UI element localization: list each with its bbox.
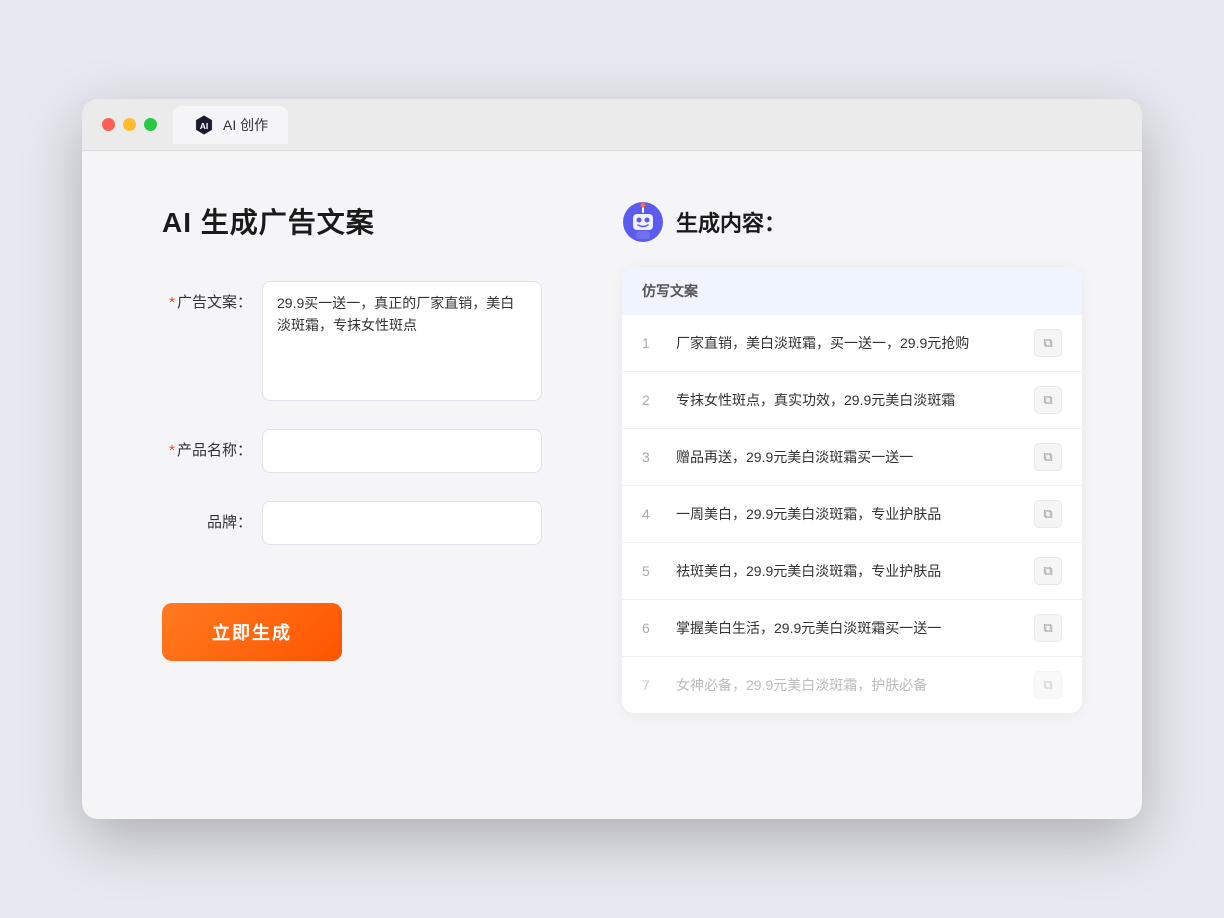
browser-window: AI AI 创作 AI 生成广告文案 *广告文案： 29.9买一送一，真正的厂家…: [82, 99, 1142, 819]
table-row: 2 专抹女性斑点，真实功效，29.9元美白淡斑霜 ⧉: [622, 372, 1082, 429]
ai-tab-icon: AI: [193, 114, 215, 136]
result-header: 生成内容：: [622, 201, 1082, 243]
ad-copy-label: *广告文案：: [162, 281, 252, 312]
required-star-2: *: [169, 442, 175, 459]
copy-button-3[interactable]: ⧉: [1034, 443, 1062, 471]
robot-icon: [622, 201, 664, 243]
close-button[interactable]: [102, 118, 115, 131]
copy-button-1[interactable]: ⧉: [1034, 329, 1062, 357]
table-row: 1 厂家直销，美白淡斑霜，买一送一，29.9元抢购 ⧉: [622, 315, 1082, 372]
brand-input[interactable]: 好白: [262, 501, 542, 545]
required-star-1: *: [169, 294, 175, 311]
product-name-group: *产品名称： 美白淡斑霜: [162, 429, 542, 473]
generate-button[interactable]: 立即生成: [162, 603, 342, 661]
copy-button-4[interactable]: ⧉: [1034, 500, 1062, 528]
copy-button-2[interactable]: ⧉: [1034, 386, 1062, 414]
copy-button-7[interactable]: ⧉: [1034, 671, 1062, 699]
title-bar: AI AI 创作: [82, 99, 1142, 151]
left-panel: AI 生成广告文案 *广告文案： 29.9买一送一，真正的厂家直销，美白淡斑霜，…: [162, 201, 542, 713]
tab-label: AI 创作: [223, 115, 268, 135]
ad-copy-group: *广告文案： 29.9买一送一，真正的厂家直销，美白淡斑霜，专抹女性斑点: [162, 281, 542, 401]
table-row: 3 赠品再送，29.9元美白淡斑霜买一送一 ⧉: [622, 429, 1082, 486]
ai-tab[interactable]: AI AI 创作: [173, 106, 288, 144]
table-row: 5 祛斑美白，29.9元美白淡斑霜，专业护肤品 ⧉: [622, 543, 1082, 600]
table-row: 7 女神必备，29.9元美白淡斑霜，护肤必备 ⧉: [622, 657, 1082, 713]
table-row: 6 掌握美白生活，29.9元美白淡斑霜买一送一 ⧉: [622, 600, 1082, 657]
right-panel: 生成内容： 仿写文案 1 厂家直销，美白淡斑霜，买一送一，29.9元抢购 ⧉ 2…: [622, 201, 1082, 713]
ad-copy-input[interactable]: 29.9买一送一，真正的厂家直销，美白淡斑霜，专抹女性斑点: [262, 281, 542, 401]
table-header: 仿写文案: [622, 267, 1082, 315]
page-title: AI 生成广告文案: [162, 201, 542, 241]
brand-label: 品牌：: [162, 501, 252, 532]
brand-group: 品牌： 好白: [162, 501, 542, 545]
result-table: 仿写文案 1 厂家直销，美白淡斑霜，买一送一，29.9元抢购 ⧉ 2 专抹女性斑…: [622, 267, 1082, 713]
maximize-button[interactable]: [144, 118, 157, 131]
copy-button-5[interactable]: ⧉: [1034, 557, 1062, 585]
traffic-lights: [102, 118, 157, 131]
table-row: 4 一周美白，29.9元美白淡斑霜，专业护肤品 ⧉: [622, 486, 1082, 543]
minimize-button[interactable]: [123, 118, 136, 131]
content-area: AI 生成广告文案 *广告文案： 29.9买一送一，真正的厂家直销，美白淡斑霜，…: [82, 151, 1142, 763]
product-name-input[interactable]: 美白淡斑霜: [262, 429, 542, 473]
svg-text:AI: AI: [200, 120, 209, 130]
copy-button-6[interactable]: ⧉: [1034, 614, 1062, 642]
result-title: 生成内容：: [676, 206, 786, 238]
product-name-label: *产品名称：: [162, 429, 252, 460]
